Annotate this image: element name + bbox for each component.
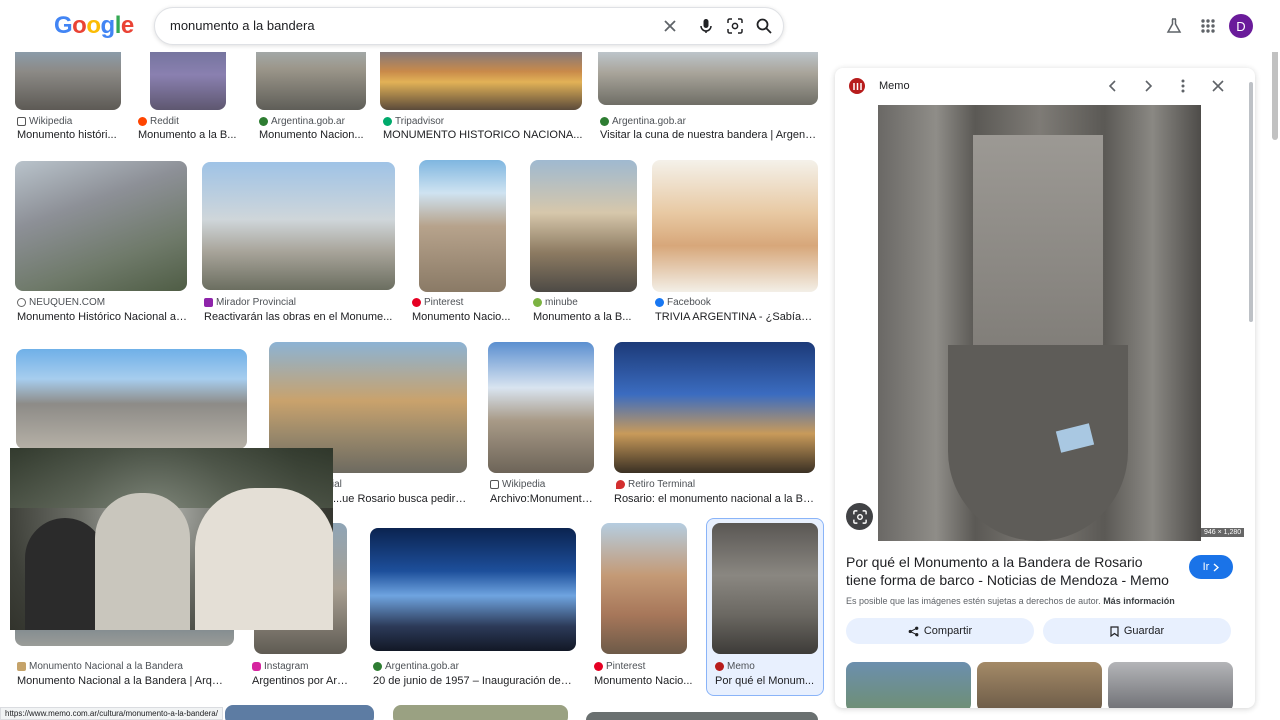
result-source: Pinterest [412,297,463,308]
search-icon[interactable] [754,16,774,36]
top-bar: Google D [0,0,1280,52]
result-title[interactable]: Archivo:Monumento... [490,493,595,505]
apps-grid-icon[interactable] [1198,16,1218,36]
visit-button[interactable]: Ir [1189,555,1233,579]
visit-label: Ir [1202,561,1210,573]
result-source: Facebook [655,297,711,308]
result-title[interactable]: Monumento históri... [17,129,127,141]
google-logo[interactable]: Google [54,12,134,40]
result-thumbnail[interactable] [16,349,247,449]
result-thumbnail[interactable] [598,52,818,105]
microphone-icon[interactable] [696,16,716,36]
result-title[interactable]: Monumento Nacio... [412,311,512,323]
result-source: NEUQUEN.COM [17,297,105,308]
image-preview-panel: Memo 946 × 1,280 Por qué el Monumento a … [835,68,1255,708]
panel-source-name[interactable]: Memo [879,80,910,92]
more-options-icon[interactable] [1174,77,1192,95]
save-label: Guardar [1123,625,1165,637]
result-source: Mirador Provincial [204,297,296,308]
search-box [154,7,784,45]
next-chevron-icon[interactable] [1139,77,1157,95]
search-input[interactable] [170,18,650,33]
result-title[interactable]: Monumento Histórico Nacional a ... [17,311,187,323]
preview-image[interactable] [878,105,1201,541]
related-image[interactable] [1108,662,1233,708]
result-title[interactable]: Monumento Nacio... [594,675,694,687]
result-source: Pinterest [594,661,645,672]
panel-scrollbar[interactable] [1249,82,1253,322]
result-thumbnail[interactable] [15,52,121,110]
result-title[interactable]: Visitar la cuna de nuestra bandera | Arg… [600,129,818,141]
more-info-link[interactable]: Más información [1103,596,1175,606]
result-thumbnail[interactable] [370,528,576,651]
related-image[interactable] [846,662,971,708]
result-thumbnail[interactable] [225,705,374,720]
result-source: Argentina.gob.ar [259,116,345,127]
result-title[interactable]: Monumento Nacion... [259,129,367,141]
result-thumbnail[interactable] [150,52,226,110]
share-button[interactable]: Compartir [846,618,1034,644]
result-source: Tripadvisor [383,116,444,127]
lens-search-button[interactable] [846,503,873,530]
previous-chevron-icon[interactable] [1104,77,1122,95]
copyright-notice: Es posible que las imágenes estén sujeta… [846,596,1175,606]
status-bar-url: https://www.memo.com.ar/cultura/monument… [0,707,223,720]
memo-favicon-icon [849,78,865,94]
result-title[interactable]: Por qué el Monum... [715,675,815,687]
result-thumbnail[interactable] [614,342,815,473]
lens-icon [852,509,867,524]
result-thumbnail[interactable] [652,160,818,292]
result-thumbnail[interactable] [419,160,506,292]
save-button[interactable]: Guardar [1043,618,1231,644]
result-source: Instagram [252,661,308,672]
result-title[interactable]: Reactivarán las obras en el Monume... [204,311,394,323]
related-image[interactable] [977,662,1102,708]
result-thumbnail[interactable] [488,342,594,473]
result-source: Memo [715,661,755,672]
result-source: Retiro Terminal [616,479,695,490]
close-icon[interactable] [1209,77,1227,95]
share-label: Compartir [923,625,973,637]
result-title[interactable]: MONUMENTO HISTORICO NACIONA... [383,129,583,141]
labs-flask-icon[interactable] [1164,16,1184,36]
panel-header: Memo [835,68,1255,104]
page-scrollbar[interactable] [1272,40,1278,140]
result-title[interactable]: Monumento a la B... [138,129,238,141]
result-title[interactable]: TRIVIA ARGENTINA - ¿Sabías ... [655,311,815,323]
result-source: Argentina.gob.ar [600,116,686,127]
share-icon [908,626,919,636]
result-source: Monumento Nacional a la Bandera [17,661,183,672]
result-title[interactable]: Rosario: el monumento nacional a la Ba..… [614,493,814,505]
result-thumbnail[interactable] [530,160,637,292]
result-thumbnail[interactable] [586,712,818,720]
result-source: Argentina.gob.ar [373,661,459,672]
result-thumbnail[interactable] [202,162,395,290]
result-thumbnail[interactable] [393,705,568,720]
result-source: Reddit [138,116,179,127]
preview-title[interactable]: Por qué el Monumento a la Bandera de Ros… [846,553,1176,589]
result-title[interactable]: Monumento Nacional a la Bandera | Arquit… [17,675,227,687]
result-title[interactable]: 20 de junio de 1957 – Inauguración del .… [373,675,573,687]
result-source: Wikipedia [490,479,545,490]
result-title[interactable]: Argentinos por Arg... [252,675,352,687]
account-avatar[interactable]: D [1229,14,1253,38]
result-thumbnail[interactable] [380,52,582,110]
result-thumbnail[interactable] [256,52,366,110]
result-thumbnail[interactable] [601,523,687,654]
result-source: minube [533,297,578,308]
result-title[interactable]: ...ue Rosario busca pedirle ... [333,493,468,505]
video-overlay[interactable] [10,448,333,630]
bookmark-icon [1110,625,1119,637]
image-dimensions: 946 × 1,280 [1201,528,1245,537]
result-thumbnail[interactable] [712,523,818,654]
chevron-right-icon [1213,562,1220,572]
lens-icon[interactable] [725,16,745,36]
result-thumbnail[interactable] [15,161,187,291]
clear-icon[interactable] [660,16,680,36]
result-title[interactable]: Monumento a la B... [533,311,633,323]
result-source: Wikipedia [17,116,72,127]
